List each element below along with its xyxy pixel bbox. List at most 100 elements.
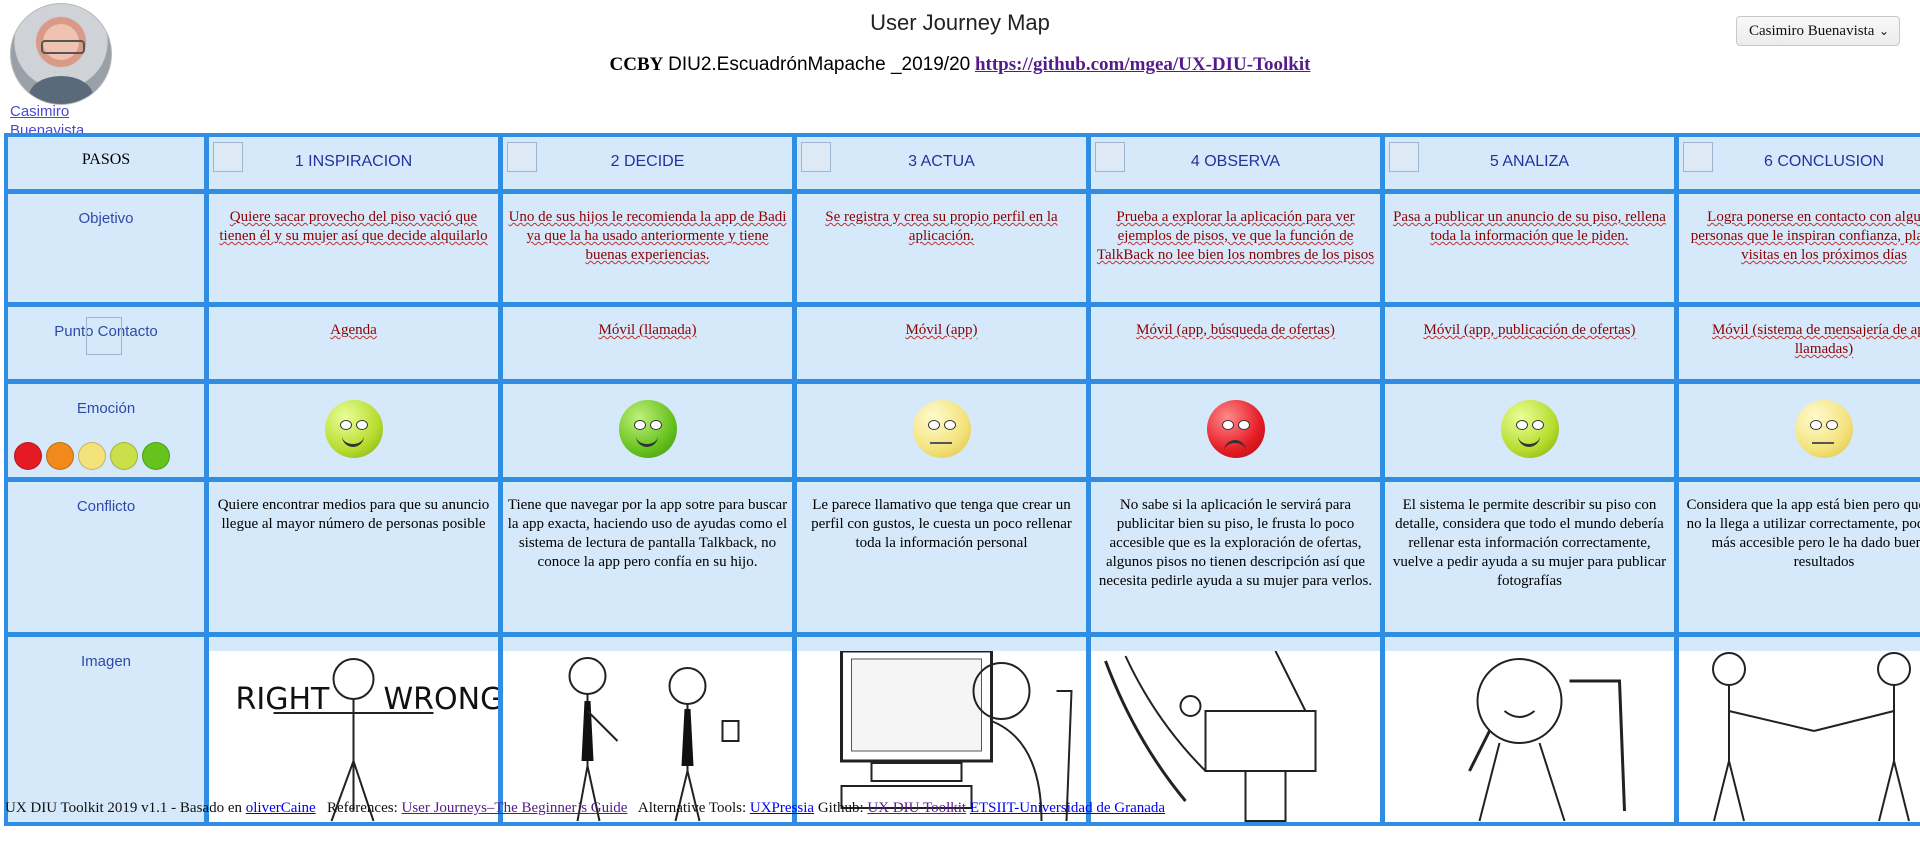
step-image-placeholder-icon[interactable] bbox=[1683, 142, 1713, 172]
emotion-scale-face-icon bbox=[142, 442, 170, 470]
emocion-cell bbox=[1679, 384, 1920, 477]
footer-link-user-journeys[interactable]: User Journeys–The Beginner’s Guide bbox=[402, 800, 628, 816]
footer-link-etsiit[interactable]: ETSIIT-Universidad de Granada bbox=[970, 800, 1165, 816]
step-title: 3 ACTUA bbox=[908, 153, 975, 170]
objetivo-text: Uno de sus hijos le recomienda la app de… bbox=[508, 209, 787, 263]
step-title: 2 DECIDE bbox=[610, 153, 685, 170]
objetivo-cell: Logra ponerse en contacto con algunas pe… bbox=[1679, 194, 1920, 302]
red-emotion-face-icon bbox=[1206, 400, 1265, 458]
imagen-cell bbox=[1679, 637, 1920, 822]
man-at-computer-sketch bbox=[797, 649, 1086, 822]
step-header-6: 6 CONCLUSION bbox=[1679, 137, 1920, 189]
step-title: 5 ANALIZA bbox=[1489, 153, 1570, 170]
contact-placeholder-box bbox=[86, 317, 122, 355]
right-wrong-stickman-sketch: RIGHT WRONG bbox=[209, 651, 498, 822]
conflicto-text: Quiere encontrar medios para que su anun… bbox=[217, 497, 490, 532]
footer: UX DIU Toolkit 2019 v1.1 - Basado en oli… bbox=[5, 800, 1165, 817]
contacto-text: Móvil (app) bbox=[905, 322, 978, 338]
emotion-scale-face-icon bbox=[78, 442, 106, 470]
step-title: 4 OBSERVA bbox=[1190, 153, 1281, 170]
conflicto-text: El sistema le permite describir su piso … bbox=[1392, 497, 1667, 589]
chevron-down-icon: ⌄ bbox=[1878, 24, 1889, 38]
imagen-cell bbox=[1091, 637, 1380, 822]
yellow-emotion-face-icon bbox=[1795, 400, 1853, 458]
row-label-emocion-cell: Emoción bbox=[8, 384, 204, 477]
user-menu-label: Casimiro Buenavista bbox=[1749, 23, 1875, 39]
handshake-sketch bbox=[1679, 651, 1920, 822]
two-businessmen-sketch bbox=[503, 651, 792, 822]
footer-text-3: Alternative Tools: bbox=[637, 800, 747, 816]
repo-link[interactable]: https://github.com/mgea/UX-DIU-Toolkit bbox=[975, 54, 1311, 75]
user-menu-dropdown[interactable]: Casimiro Buenavista ⌄ bbox=[1736, 16, 1900, 46]
row-label-imagen-cell: Imagen bbox=[8, 637, 204, 822]
license-label: CCBY bbox=[609, 54, 664, 75]
step-header-5: 5 ANALIZA bbox=[1385, 137, 1674, 189]
objetivo-cell: Uno de sus hijos le recomienda la app de… bbox=[503, 194, 792, 302]
contacto-text: Agenda bbox=[330, 322, 377, 338]
conflicto-text: No sabe si la aplicación le servirá para… bbox=[1098, 497, 1373, 589]
contacto-cell: Móvil (llamada) bbox=[503, 307, 792, 379]
step-header-1: 1 INSPIRACION bbox=[209, 137, 498, 189]
conflicto-cell: Considera que la app está bien pero que … bbox=[1679, 482, 1920, 632]
footer-link-ux-diu-toolkit[interactable]: UX DIU Toolkit bbox=[867, 800, 966, 816]
row-label-contacto-cell: Punto Contacto bbox=[8, 307, 204, 379]
conflicto-text: Tiene que navegar por la app sotre para … bbox=[507, 497, 788, 570]
conflicto-cell: No sabe si la aplicación le servirá para… bbox=[1091, 482, 1380, 632]
emotion-scale-face-icon bbox=[46, 442, 74, 470]
conflicto-cell: El sistema le permite describir su piso … bbox=[1385, 482, 1674, 632]
step-image-placeholder-icon[interactable] bbox=[801, 142, 831, 172]
imagen-cell: RIGHT WRONG bbox=[209, 637, 498, 822]
footer-link-olivercaine[interactable]: oliverCaine bbox=[246, 800, 316, 816]
row-label-conflicto-cell: Conflicto bbox=[8, 482, 204, 632]
step-title: 6 CONCLUSION bbox=[1763, 153, 1885, 170]
emocion-cell bbox=[797, 384, 1086, 477]
row-label-imagen: Imagen bbox=[80, 653, 132, 670]
objetivo-text: Prueba a explorar la aplicación para ver… bbox=[1096, 209, 1375, 263]
row-label-emocion: Emoción bbox=[76, 400, 136, 417]
imagen-cell bbox=[797, 637, 1086, 822]
objetivo-text: Se registra y crea su propio perfil en l… bbox=[825, 209, 1058, 244]
emocion-cell bbox=[209, 384, 498, 477]
lime-emotion-face-icon bbox=[1500, 400, 1559, 458]
journey-map-table: PASOS 1 INSPIRACION 2 DECIDE 3 ACTUA 4 OBSER… bbox=[4, 133, 1920, 826]
conflicto-cell: Le parece llamativo que tenga que crear … bbox=[797, 482, 1086, 632]
team-label: DIU2.EscuadrónMapache _2019/20 bbox=[668, 54, 971, 75]
step-image-placeholder-icon[interactable] bbox=[1389, 142, 1419, 172]
row-label-objetivo-cell: Objetivo bbox=[8, 194, 204, 302]
pasos-header-cell: PASOS bbox=[8, 137, 204, 189]
emocion-cell bbox=[1091, 384, 1380, 477]
step-image-placeholder-icon[interactable] bbox=[507, 142, 537, 172]
step-header-4: 4 OBSERVA bbox=[1091, 137, 1380, 189]
thinking-man-sketch bbox=[1385, 651, 1674, 822]
contacto-cell: Móvil (app, publicación de ofertas) bbox=[1385, 307, 1674, 379]
imagen-cell bbox=[1385, 637, 1674, 822]
contacto-text: Móvil (sistema de mensajería de app, lla… bbox=[1711, 322, 1920, 357]
pasos-label: PASOS bbox=[81, 151, 131, 168]
footer-text-1: UX DIU Toolkit 2019 v1.1 - Basado en bbox=[5, 800, 242, 816]
footer-link-uxpressia[interactable]: UXPressia bbox=[750, 800, 814, 816]
objetivo-cell: Se registra y crea su propio perfil en l… bbox=[797, 194, 1086, 302]
contacto-cell: Móvil (app, búsqueda de ofertas) bbox=[1091, 307, 1380, 379]
row-label-conflicto: Conflicto bbox=[76, 498, 136, 515]
contacto-cell: Móvil (sistema de mensajería de app, lla… bbox=[1679, 307, 1920, 379]
sketch-wrong-text: WRONG bbox=[384, 682, 499, 717]
footer-text-2: References: bbox=[326, 800, 398, 816]
conflicto-cell: Tiene que navegar por la app sotre para … bbox=[503, 482, 792, 632]
subtitle: CCBY DIU2.EscuadrónMapache _2019/20 http… bbox=[0, 54, 1920, 76]
emotion-scale bbox=[14, 442, 170, 470]
frustrated-at-computer-sketch bbox=[1091, 650, 1380, 822]
objetivo-cell: Prueba a explorar la aplicación para ver… bbox=[1091, 194, 1380, 302]
contacto-cell: Móvil (app) bbox=[797, 307, 1086, 379]
imagen-cell bbox=[503, 637, 792, 822]
green-emotion-face-icon bbox=[618, 400, 677, 458]
emotion-scale-face-icon bbox=[14, 442, 42, 470]
footer-text-4: Github: bbox=[817, 800, 864, 816]
page-title: User Journey Map bbox=[870, 10, 1050, 35]
emocion-cell bbox=[1385, 384, 1674, 477]
contacto-cell: Agenda bbox=[209, 307, 498, 379]
step-image-placeholder-icon[interactable] bbox=[1095, 142, 1125, 172]
sketch-right-text: RIGHT bbox=[236, 682, 330, 717]
emotion-scale-face-icon bbox=[110, 442, 138, 470]
step-image-placeholder-icon[interactable] bbox=[213, 142, 243, 172]
objetivo-cell: Pasa a publicar un anuncio de su piso, r… bbox=[1385, 194, 1674, 302]
